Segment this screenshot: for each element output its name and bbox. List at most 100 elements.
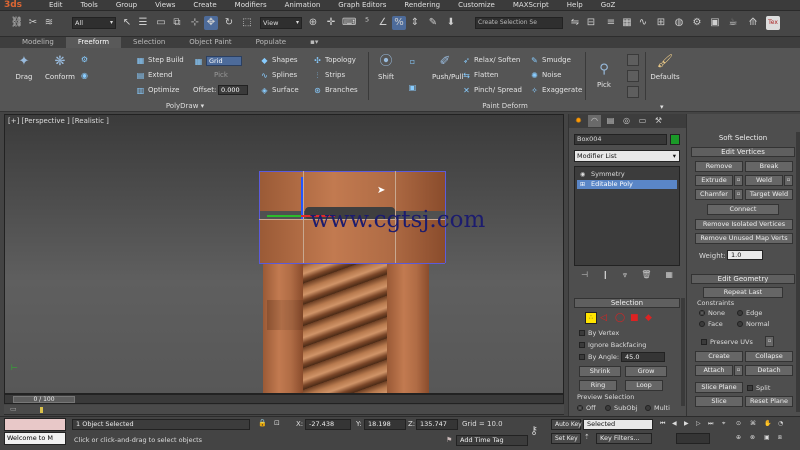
time-slider[interactable]: 0 / 100 <box>13 396 75 403</box>
select-manipulate-icon[interactable]: ⊹ <box>188 16 202 30</box>
tab-populate[interactable]: Populate <box>244 37 298 48</box>
time-slider-track[interactable]: 0 / 100 <box>4 394 564 404</box>
tab-modeling[interactable]: Modeling <box>10 37 66 48</box>
grow-button[interactable]: Grow <box>625 366 667 377</box>
edit-panel-scrollbar[interactable] <box>796 132 800 412</box>
pivot-icon[interactable]: ⊕ <box>306 16 320 30</box>
menu-rendering[interactable]: Rendering <box>395 0 449 11</box>
attach-settings-button[interactable]: ▫ <box>734 365 743 376</box>
configure-sets-icon[interactable]: ▦ <box>665 270 673 282</box>
x-coordinate-input[interactable]: -27.438 <box>305 419 351 430</box>
current-frame-input[interactable] <box>676 433 710 444</box>
scale-icon[interactable]: ⬚ <box>240 16 254 30</box>
twisted-column[interactable] <box>301 263 395 393</box>
weld-settings-button[interactable]: ▫ <box>784 175 793 186</box>
app-logo-icon[interactable]: 3ds <box>2 0 24 11</box>
constraint-face-radio[interactable]: Face <box>699 320 723 328</box>
surface-button[interactable]: ◈ Surface <box>260 85 298 95</box>
constraint-normal-radio[interactable]: Normal <box>737 320 770 328</box>
select-object-icon[interactable]: ↖ <box>120 16 134 30</box>
key-mode-dropdown[interactable]: Selected <box>583 419 653 430</box>
maximize-viewport-icon[interactable]: ▣ <box>764 434 770 441</box>
lock-selection-icon[interactable]: 🔒 <box>258 419 267 427</box>
viewport-label[interactable]: [+] [Perspective ] [Realistic ] <box>8 117 109 125</box>
named-selection-icon[interactable]: ⬇ <box>444 16 458 30</box>
remove-isolated-vertices-button[interactable]: Remove Isolated Vertices <box>695 219 793 230</box>
element-level-icon[interactable]: ◆ <box>645 312 657 324</box>
ref-coord-dropdown[interactable]: View <box>260 17 302 29</box>
connect-button[interactable]: Connect <box>707 204 779 215</box>
eye-icon[interactable]: ◉ <box>580 170 585 179</box>
zoom-icon[interactable]: ⊙ <box>736 420 741 427</box>
preview-subobj-radio[interactable]: SubObj <box>605 404 637 412</box>
ribbon-options-icon[interactable]: ▪▾ <box>298 37 330 48</box>
display-tab-icon[interactable]: ▭ <box>636 115 649 127</box>
zoom-all-icon[interactable]: ⊕ <box>736 434 741 441</box>
pin-stack-icon[interactable]: ⊣ <box>581 270 588 282</box>
shift-rotate-icon[interactable]: ▣ <box>408 82 417 92</box>
weight-input[interactable]: 1.0 <box>727 250 763 260</box>
remove-unused-map-verts-button[interactable]: Remove Unused Map Verts <box>695 233 793 244</box>
maxscript-listener[interactable]: Welcome to M <box>4 418 66 446</box>
break-button[interactable]: Break <box>745 161 793 172</box>
selection-set-dropdown[interactable]: Create Selection Se <box>475 17 563 29</box>
render-icon[interactable]: ☕ <box>726 16 740 30</box>
flatten-button[interactable]: ⇆ Flatten <box>462 70 498 80</box>
texture-icon[interactable]: Tex <box>766 16 780 30</box>
render-frame-icon[interactable]: ▣ <box>708 16 722 30</box>
menu-group[interactable]: Group <box>107 0 146 11</box>
y-coordinate-input[interactable]: 18.198 <box>364 419 406 430</box>
constraint-none-radio[interactable]: None <box>699 309 725 317</box>
tab-object-paint[interactable]: Object Paint <box>177 37 243 48</box>
make-unique-icon[interactable]: ⩔ <box>623 270 628 282</box>
shapes-button[interactable]: ◆ Shapes <box>260 55 297 65</box>
curve-editor-icon[interactable]: ∿ <box>636 16 650 30</box>
step-build-button[interactable]: ▦ Step Build <box>136 55 184 65</box>
z-coordinate-input[interactable]: 135.747 <box>416 419 458 430</box>
smudge-button[interactable]: ✎ Smudge <box>530 55 571 65</box>
set-key-button[interactable]: Set Key <box>551 433 581 444</box>
select-manipulate-2-icon[interactable]: ✛ <box>324 16 338 30</box>
schematic-icon[interactable]: ⊞ <box>654 16 668 30</box>
trackbar-menu-icon[interactable]: ▭ <box>10 405 17 413</box>
object-name-input[interactable]: Box004 <box>574 134 667 145</box>
extrude-settings-button[interactable]: ▫ <box>734 175 743 186</box>
object-color-swatch[interactable] <box>670 134 680 145</box>
slice-plane-button[interactable]: Slice Plane <box>695 382 743 393</box>
snap-icon[interactable]: ⁵ <box>360 16 374 30</box>
push-pull-button[interactable]: ✐ Push/Pull <box>432 53 463 81</box>
menu-maxscript[interactable]: MAXScript <box>504 0 558 11</box>
fov-icon[interactable]: ⌘ <box>750 420 756 427</box>
spinner-snap-icon[interactable]: ⇕ <box>408 16 422 30</box>
strips-button[interactable]: ⫶ Strips <box>313 70 346 80</box>
modifier-list-dropdown[interactable]: Modifier List <box>574 150 680 162</box>
menu-graph-editors[interactable]: Graph Editors <box>329 0 395 11</box>
menu-modifiers[interactable]: Modifiers <box>226 0 276 11</box>
remove-modifier-icon[interactable]: 🗑 <box>641 270 651 282</box>
topology-button[interactable]: ✣ Topology <box>313 55 356 65</box>
polygon-level-icon[interactable]: ■ <box>630 312 642 324</box>
noise-button[interactable]: ✺ Noise <box>530 70 561 80</box>
preview-off-radio[interactable]: Off <box>577 404 596 412</box>
stack-item-symmetry[interactable]: ◉ Symmetry <box>577 170 677 179</box>
ignore-backfacing-checkbox[interactable]: Ignore Backfacing <box>579 341 646 349</box>
window-crossing-icon[interactable]: ⧉ <box>170 16 184 30</box>
branches-button[interactable]: ⊛ Branches <box>313 85 358 95</box>
link-icon[interactable]: ⛓ <box>10 16 24 30</box>
keyboard-shortcut-icon[interactable]: ⌨ <box>342 16 356 30</box>
selection-filter-dropdown[interactable]: All <box>72 17 116 29</box>
weld-button[interactable]: Weld <box>745 175 783 186</box>
key-filters-button[interactable]: Key Filters... <box>596 433 652 444</box>
conform-options-icon[interactable]: ⚙ <box>80 54 89 64</box>
selection-rollout-header[interactable]: Selection <box>574 298 680 308</box>
maxscript-input[interactable] <box>4 418 66 431</box>
expand-icon[interactable]: ⊞ <box>580 180 585 189</box>
track-bar[interactable]: ▭ <box>4 405 564 415</box>
orbit-icon[interactable]: ◔ <box>778 420 783 427</box>
soft-selection-rollout[interactable]: Soft Selection <box>691 134 795 144</box>
utilities-tab-icon[interactable]: ⚒ <box>652 115 665 127</box>
key-filter-icon[interactable]: ⇡ <box>584 433 590 441</box>
select-by-name-icon[interactable]: ☰ <box>136 16 150 30</box>
absolute-mode-icon[interactable]: ⊡ <box>274 419 280 427</box>
defaults-button[interactable]: 🖌 Defaults <box>650 53 680 81</box>
